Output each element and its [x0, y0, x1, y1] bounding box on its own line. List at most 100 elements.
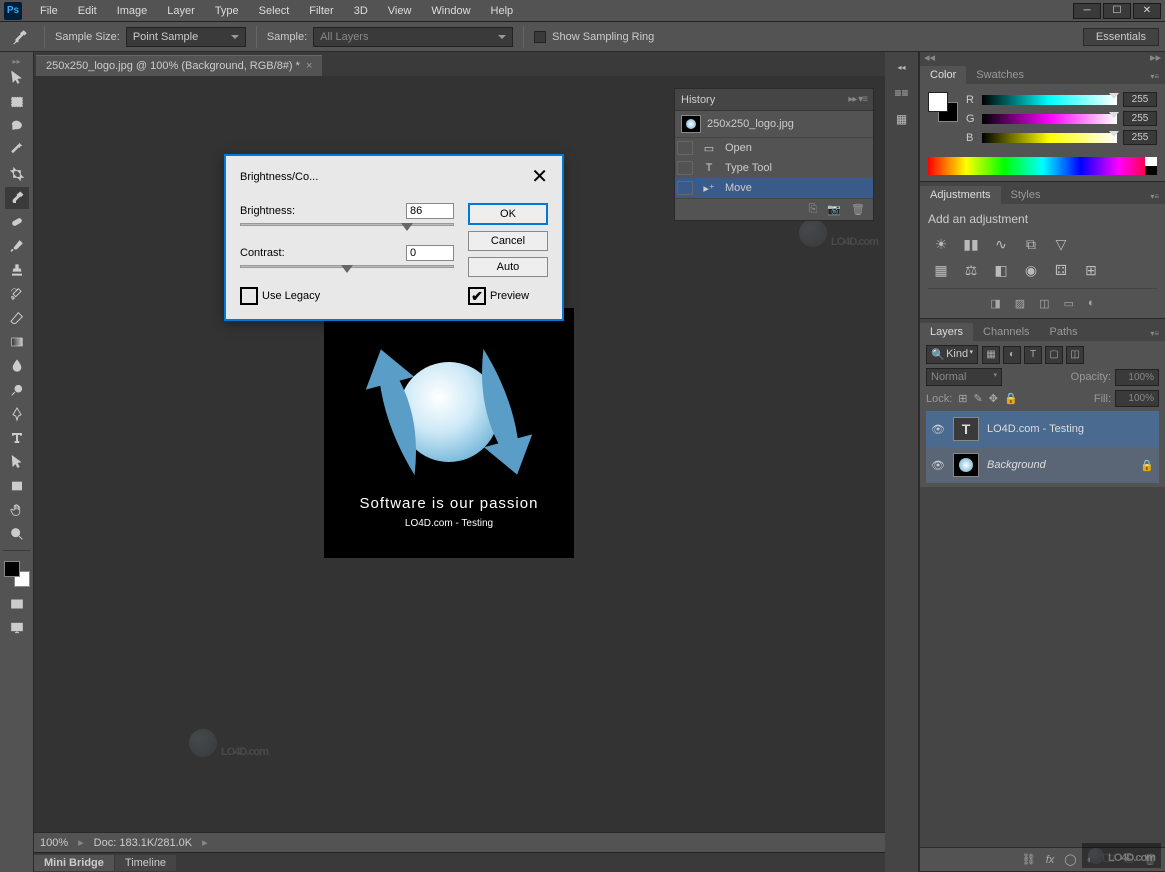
- curves-adj-icon[interactable]: ∿: [992, 236, 1010, 252]
- history-delete-icon[interactable]: 🗑: [851, 203, 865, 216]
- r-slider[interactable]: [982, 95, 1117, 105]
- blend-mode-select[interactable]: Normal▾: [926, 368, 1002, 386]
- exposure-adj-icon[interactable]: ⧉: [1022, 236, 1040, 252]
- use-legacy-checkbox[interactable]: Use Legacy: [240, 287, 454, 305]
- filter-type-icon[interactable]: T: [1024, 346, 1042, 364]
- lock-pixels-icon[interactable]: ⊞: [958, 392, 967, 405]
- status-menu-icon[interactable]: ▸: [202, 836, 208, 849]
- move-tool-icon[interactable]: [5, 67, 29, 89]
- menu-view[interactable]: View: [378, 3, 422, 19]
- document-tab[interactable]: 250x250_logo.jpg @ 100% (Background, RGB…: [36, 55, 322, 76]
- layer-item-text[interactable]: 👁 T LO4D.com - Testing: [926, 411, 1159, 447]
- menu-3d[interactable]: 3D: [344, 3, 378, 19]
- lasso-tool-icon[interactable]: [5, 115, 29, 137]
- channels-tab[interactable]: Channels: [973, 323, 1039, 341]
- selective-adj-icon[interactable]: ◐: [1088, 297, 1095, 310]
- r-value[interactable]: 255: [1123, 92, 1157, 107]
- dialog-close-icon[interactable]: ✕: [531, 164, 548, 189]
- panel-collapse-icon[interactable]: ▸▸ ▾≡: [848, 94, 867, 105]
- menu-window[interactable]: Window: [421, 3, 480, 19]
- cancel-button[interactable]: Cancel: [468, 231, 548, 251]
- group-icon[interactable]: 🗀: [1103, 850, 1114, 869]
- threshold-adj-icon[interactable]: ◫: [1039, 297, 1049, 310]
- history-item-open[interactable]: ▭ Open: [675, 138, 873, 158]
- contrast-input[interactable]: [406, 245, 454, 261]
- eyedropper-tool-icon[interactable]: [5, 187, 29, 209]
- layer-name[interactable]: Background: [987, 459, 1132, 471]
- b-value[interactable]: 255: [1123, 130, 1157, 145]
- color-swatches-icon[interactable]: [4, 561, 30, 587]
- dock-icon-2[interactable]: ▦: [891, 108, 913, 130]
- gradient-tool-icon[interactable]: [5, 331, 29, 353]
- adjustments-tab[interactable]: Adjustments: [920, 186, 1001, 204]
- quickmask-tool-icon[interactable]: [5, 593, 29, 615]
- mask-icon[interactable]: ◯: [1064, 853, 1076, 866]
- levels-adj-icon[interactable]: ▮▮: [962, 236, 980, 252]
- brightness-adj-icon[interactable]: ☀: [932, 236, 950, 252]
- brightness-input[interactable]: [406, 203, 454, 219]
- invert-adj-icon[interactable]: ◨: [990, 297, 1000, 310]
- brightness-slider[interactable]: [240, 221, 454, 235]
- link-layers-icon[interactable]: ⛓: [1022, 853, 1036, 866]
- canvas-viewport[interactable]: Software is our passion LO4D.com - Testi…: [34, 76, 885, 832]
- collapse-grip-icon[interactable]: ◂◂: [891, 56, 913, 78]
- screenmode-tool-icon[interactable]: [5, 617, 29, 639]
- history-item-move[interactable]: ▸⁺ Move: [675, 178, 873, 198]
- lookup-adj-icon[interactable]: ⊞: [1082, 262, 1100, 278]
- menu-edit[interactable]: Edit: [68, 3, 107, 19]
- balance-adj-icon[interactable]: ⚖: [962, 262, 980, 278]
- fill-value[interactable]: 100%: [1115, 390, 1159, 407]
- visibility-icon[interactable]: 👁: [931, 423, 945, 436]
- dock-icon-1[interactable]: ≡≡: [891, 82, 913, 104]
- menu-image[interactable]: Image: [107, 3, 158, 19]
- close-tab-icon[interactable]: ×: [306, 60, 312, 72]
- filter-adjust-icon[interactable]: ◐: [1003, 346, 1021, 364]
- bw-adj-icon[interactable]: ◧: [992, 262, 1010, 278]
- mini-bridge-tab[interactable]: Mini Bridge: [34, 855, 114, 871]
- hue-adj-icon[interactable]: ▦: [932, 262, 950, 278]
- history-tab[interactable]: History: [681, 94, 715, 106]
- history-new-doc-icon[interactable]: ⎘: [809, 203, 818, 216]
- history-document[interactable]: 250x250_logo.jpg: [675, 111, 873, 138]
- channel-mixer-adj-icon[interactable]: ⚃: [1052, 262, 1070, 278]
- posterize-adj-icon[interactable]: ▨: [1015, 297, 1025, 310]
- eraser-tool-icon[interactable]: [5, 307, 29, 329]
- hand-tool-icon[interactable]: [5, 499, 29, 521]
- filter-pixel-icon[interactable]: ▦: [982, 346, 1000, 364]
- menu-layer[interactable]: Layer: [157, 3, 205, 19]
- brush-tool-icon[interactable]: [5, 235, 29, 257]
- menu-help[interactable]: Help: [481, 3, 524, 19]
- menu-file[interactable]: File: [30, 3, 68, 19]
- sampling-ring-checkbox[interactable]: [534, 31, 546, 43]
- layers-tab[interactable]: Layers: [920, 323, 973, 341]
- status-expand-icon[interactable]: ▸: [78, 836, 84, 849]
- history-snapshot-icon[interactable]: 📷: [827, 203, 841, 216]
- panel-menu-icon[interactable]: ▾≡: [1144, 69, 1165, 84]
- filter-smart-icon[interactable]: ◫: [1066, 346, 1084, 364]
- lock-paint-icon[interactable]: ✎: [974, 392, 983, 405]
- contrast-slider[interactable]: [240, 263, 454, 277]
- panel-menu-icon[interactable]: ▾≡: [1144, 326, 1165, 341]
- type-tool-icon[interactable]: [5, 427, 29, 449]
- filter-kind-select[interactable]: 🔍Kind▾: [926, 345, 978, 364]
- timeline-tab[interactable]: Timeline: [115, 855, 176, 871]
- sample-size-select[interactable]: Point Sample: [126, 27, 246, 47]
- styles-tab[interactable]: Styles: [1001, 186, 1051, 204]
- menu-type[interactable]: Type: [205, 3, 249, 19]
- zoom-level[interactable]: 100%: [40, 837, 68, 849]
- close-button[interactable]: ✕: [1133, 3, 1161, 19]
- history-brush-tool-icon[interactable]: [5, 283, 29, 305]
- menu-filter[interactable]: Filter: [299, 3, 343, 19]
- fx-icon[interactable]: fx: [1046, 854, 1055, 866]
- adjustment-layer-icon[interactable]: ◐: [1087, 854, 1094, 866]
- blur-tool-icon[interactable]: [5, 355, 29, 377]
- marquee-tool-icon[interactable]: [5, 91, 29, 113]
- crop-tool-icon[interactable]: [5, 163, 29, 185]
- maximize-button[interactable]: ☐: [1103, 3, 1131, 19]
- tools-expand-grip[interactable]: ▸▸: [0, 56, 33, 66]
- opacity-value[interactable]: 100%: [1115, 369, 1159, 386]
- preview-checkbox[interactable]: ✔ Preview: [468, 287, 548, 305]
- color-spectrum[interactable]: [928, 157, 1157, 175]
- color-tab[interactable]: Color: [920, 66, 966, 84]
- wand-tool-icon[interactable]: [5, 139, 29, 161]
